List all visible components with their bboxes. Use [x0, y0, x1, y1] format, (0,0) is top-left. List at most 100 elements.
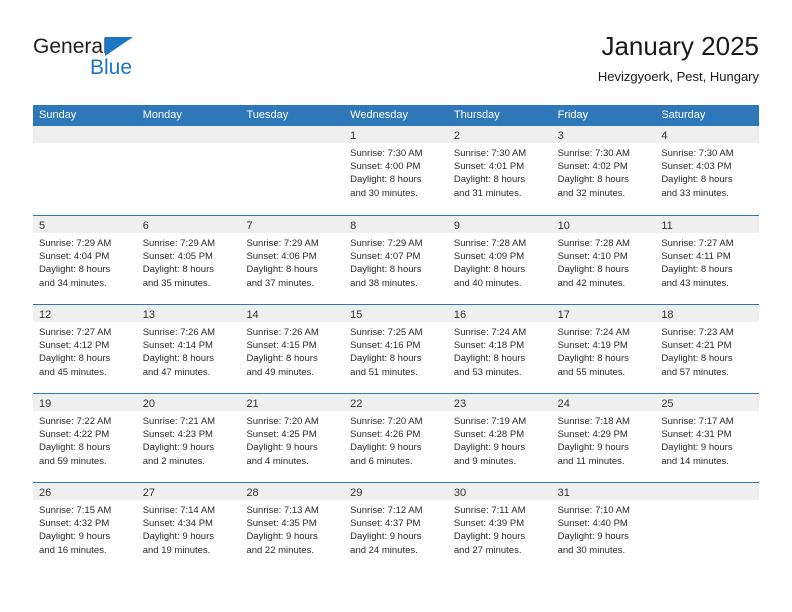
day-cell-21[interactable]: 21 Sunrise: 7:20 AM Sunset: 4:25 PM Dayligh… [240, 394, 345, 482]
daylight-text-line2: and 33 minutes. [661, 187, 729, 199]
day-cell-17[interactable]: 17 Sunrise: 7:24 AM Sunset: 4:19 PM Dayligh… [551, 305, 656, 393]
daylight-text-line1: Daylight: 9 hours [350, 531, 422, 543]
day-cell-26[interactable]: 26 Sunrise: 7:15 AM Sunset: 4:32 PM Dayligh… [33, 483, 137, 571]
daylight-text-line2: and 42 minutes. [557, 277, 626, 289]
generalblue-logo[interactable]: General Blue [33, 36, 233, 92]
daylight-text-line1: Daylight: 8 hours [142, 353, 215, 365]
day-cell-25[interactable]: 25 Sunrise: 7:17 AM Sunset: 4:31 PM Dayligh… [655, 394, 760, 482]
day-number-bar: 14 [240, 305, 345, 322]
day-number-bar: 27 [136, 483, 241, 500]
day-cell-empty [33, 126, 137, 215]
day-cell-10[interactable]: 10 Sunrise: 7:28 AM Sunset: 4:10 PM Dayligh… [551, 216, 656, 304]
day-number-bar: 17 [551, 305, 656, 322]
daylight-text-line2: and 4 minutes. [246, 455, 309, 467]
day-cell-empty [655, 483, 760, 571]
day-cell-5[interactable]: 5 Sunrise: 7:29 AM Sunset: 4:04 PM Daylight… [33, 216, 137, 304]
sunrise-text: Sunrise: 7:13 AM [246, 505, 319, 516]
sunrise-text: Sunrise: 7:20 AM [246, 416, 319, 427]
daylight-text-line1: Daylight: 8 hours [142, 264, 215, 276]
sunrise-text: Sunrise: 7:20 AM [350, 416, 423, 427]
day-cell-11[interactable]: 11 Sunrise: 7:27 AM Sunset: 4:11 PM Dayligh… [655, 216, 760, 304]
week-row: 26 Sunrise: 7:15 AM Sunset: 4:32 PM Dayligh… [33, 482, 760, 571]
day-cell-2[interactable]: 2 Sunrise: 7:30 AM Sunset: 4:01 PM Daylight… [447, 126, 552, 215]
day-cell-30[interactable]: 30 Sunrise: 7:11 AM Sunset: 4:39 PM Dayligh… [447, 483, 552, 571]
day-cell-6[interactable]: 6 Sunrise: 7:29 AM Sunset: 4:05 PM Daylight… [136, 216, 241, 304]
daylight-text-line1: Daylight: 9 hours [557, 442, 629, 454]
calendar-page: General Blue January 2025 Hevizgyoerk, P… [0, 0, 792, 612]
day-number: 4 [661, 130, 668, 142]
daylight-text-line1: Daylight: 8 hours [453, 264, 526, 276]
sunrise-text: Sunrise: 7:19 AM [453, 416, 527, 427]
day-sun-info: Sunrise: 7:15 AM Sunset: 4:32 PM Daylight:… [33, 500, 137, 557]
week-row: 1 Sunrise: 7:30 AM Sunset: 4:00 PM Daylight… [33, 126, 760, 215]
day-number: 30 [453, 487, 467, 499]
daylight-text-line1: Daylight: 9 hours [350, 442, 422, 454]
sunrise-text: Sunrise: 7:30 AM [453, 148, 527, 159]
day-number: 19 [39, 398, 52, 410]
day-sun-info: Sunrise: 7:27 AM Sunset: 4:11 PM Daylight:… [655, 233, 759, 290]
weekday-header-row: Sunday Monday Tuesday Wednesday Thursday Frid… [33, 105, 759, 126]
calendar-grid: Sunday Monday Tuesday Wednesday Thursday Frid… [33, 105, 760, 571]
day-cell-22[interactable]: 22 Sunrise: 7:20 AM Sunset: 4:26 PM Dayligh… [344, 394, 448, 482]
day-cell-1[interactable]: 1 Sunrise: 7:30 AM Sunset: 4:00 PM Daylight… [344, 126, 448, 215]
sunset-text: Sunset: 4:18 PM [453, 340, 525, 352]
day-number: 31 [557, 487, 570, 499]
day-cell-15[interactable]: 15 Sunrise: 7:25 AM Sunset: 4:16 PM Dayligh… [344, 305, 448, 393]
day-sun-info: Sunrise: 7:14 AM Sunset: 4:34 PM Daylight:… [137, 500, 241, 557]
day-cell-20[interactable]: 20 Sunrise: 7:21 AM Sunset: 4:23 PM Dayligh… [136, 394, 241, 482]
day-sun-info: Sunrise: 7:19 AM Sunset: 4:28 PM Daylight:… [448, 411, 552, 468]
weekday-header-monday: Monday [142, 109, 182, 121]
sunrise-text: Sunrise: 7:29 AM [350, 238, 423, 249]
day-sun-info: Sunrise: 7:26 AM Sunset: 4:15 PM Daylight:… [240, 322, 344, 379]
day-number-bar: 31 [551, 483, 656, 500]
sunset-text: Sunset: 4:01 PM [453, 161, 525, 173]
sunset-text: Sunset: 4:07 PM [350, 251, 421, 263]
daylight-text-line2: and 32 minutes. [557, 187, 626, 199]
day-number-bar: 26 [33, 483, 137, 500]
day-number-bar: 30 [447, 483, 552, 500]
daylight-text-line1: Daylight: 9 hours [246, 531, 318, 543]
day-number-bar: 28 [240, 483, 345, 500]
day-cell-23[interactable]: 23 Sunrise: 7:19 AM Sunset: 4:28 PM Dayligh… [447, 394, 552, 482]
day-cell-18[interactable]: 18 Sunrise: 7:23 AM Sunset: 4:21 PM Dayligh… [655, 305, 760, 393]
daylight-text-line2: and 57 minutes. [661, 366, 729, 378]
day-cell-19[interactable]: 19 Sunrise: 7:22 AM Sunset: 4:22 PM Dayligh… [33, 394, 137, 482]
day-cell-8[interactable]: 8 Sunrise: 7:29 AM Sunset: 4:07 PM Daylight… [344, 216, 448, 304]
daylight-text-line2: and 53 minutes. [453, 366, 522, 378]
day-cell-3[interactable]: 3 Sunrise: 7:30 AM Sunset: 4:02 PM Daylight… [551, 126, 656, 215]
day-cell-13[interactable]: 13 Sunrise: 7:26 AM Sunset: 4:14 PM Dayligh… [136, 305, 241, 393]
day-cell-27[interactable]: 27 Sunrise: 7:14 AM Sunset: 4:34 PM Dayligh… [136, 483, 241, 571]
day-sun-info: Sunrise: 7:26 AM Sunset: 4:14 PM Daylight:… [137, 322, 241, 379]
day-cell-31[interactable]: 31 Sunrise: 7:10 AM Sunset: 4:40 PM Dayligh… [551, 483, 656, 571]
sunset-text: Sunset: 4:06 PM [246, 251, 317, 263]
day-sun-info: Sunrise: 7:12 AM Sunset: 4:37 PM Daylight:… [344, 500, 448, 557]
sunset-text: Sunset: 4:22 PM [39, 429, 110, 441]
day-cell-16[interactable]: 16 Sunrise: 7:24 AM Sunset: 4:18 PM Dayligh… [447, 305, 552, 393]
day-sun-info: Sunrise: 7:18 AM Sunset: 4:29 PM Daylight:… [552, 411, 656, 468]
day-sun-info: Sunrise: 7:30 AM Sunset: 4:03 PM Daylight:… [655, 143, 759, 200]
day-cell-28[interactable]: 28 Sunrise: 7:13 AM Sunset: 4:35 PM Dayligh… [240, 483, 345, 571]
day-number-bar [136, 126, 241, 143]
day-cell-12[interactable]: 12 Sunrise: 7:27 AM Sunset: 4:12 PM Dayligh… [33, 305, 137, 393]
day-cell-14[interactable]: 14 Sunrise: 7:26 AM Sunset: 4:15 PM Dayligh… [240, 305, 345, 393]
sunrise-text: Sunrise: 7:29 AM [142, 238, 216, 249]
day-number: 12 [39, 309, 52, 321]
day-cell-4[interactable]: 4 Sunrise: 7:30 AM Sunset: 4:03 PM Daylight… [655, 126, 760, 215]
sunrise-text: Sunrise: 7:29 AM [39, 238, 112, 249]
daylight-text-line1: Daylight: 8 hours [557, 174, 629, 186]
day-number-bar: 9 [447, 216, 552, 233]
page-title: January 2025 [601, 31, 759, 61]
sunrise-text: Sunrise: 7:15 AM [39, 505, 112, 516]
week-row: 12 Sunrise: 7:27 AM Sunset: 4:12 PM Dayligh… [33, 304, 760, 393]
day-number: 8 [350, 220, 357, 232]
day-cell-29[interactable]: 29 Sunrise: 7:12 AM Sunset: 4:37 PM Dayligh… [344, 483, 448, 571]
daylight-text-line1: Daylight: 8 hours [350, 174, 422, 186]
day-cell-9[interactable]: 9 Sunrise: 7:28 AM Sunset: 4:09 PM Daylight… [447, 216, 552, 304]
day-cell-7[interactable]: 7 Sunrise: 7:29 AM Sunset: 4:06 PM Daylight… [240, 216, 345, 304]
daylight-text-line1: Daylight: 8 hours [39, 442, 111, 454]
day-cell-24[interactable]: 24 Sunrise: 7:18 AM Sunset: 4:29 PM Dayligh… [551, 394, 656, 482]
day-sun-info: Sunrise: 7:30 AM Sunset: 4:00 PM Daylight:… [344, 143, 448, 200]
sunset-text: Sunset: 4:40 PM [557, 518, 628, 530]
daylight-text-line1: Daylight: 9 hours [453, 442, 526, 454]
daylight-text-line1: Daylight: 8 hours [39, 353, 111, 365]
